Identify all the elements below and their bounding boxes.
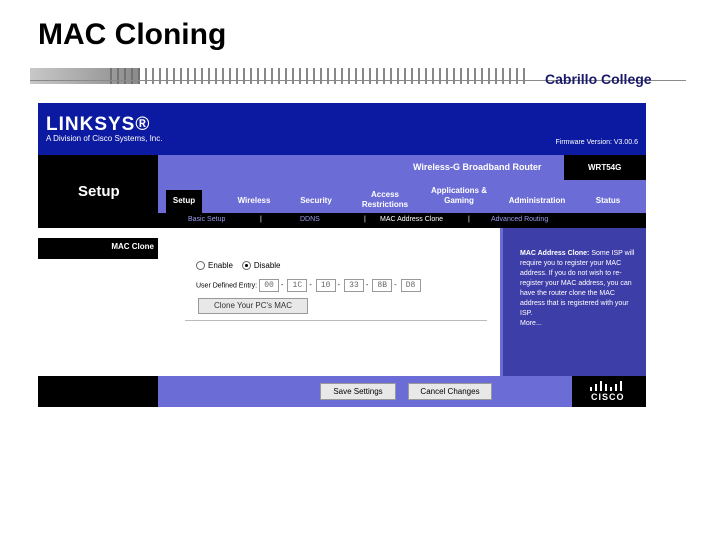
content-divider <box>185 320 487 321</box>
logo-subtitle: A Division of Cisco Systems, Inc. <box>46 134 163 143</box>
college-label: Cabrillo College <box>545 71 652 87</box>
model-box: WRT54G <box>564 155 646 180</box>
help-panel: MAC Address Clone: Some ISP will require… <box>503 228 646 376</box>
subtab-separator: | <box>468 216 470 223</box>
tab-security[interactable]: Security <box>288 196 344 206</box>
section-label: MAC Clone <box>38 238 158 259</box>
disable-label: Disable <box>253 261 281 270</box>
cisco-bars-icon <box>590 381 626 391</box>
save-settings-button[interactable]: Save Settings <box>320 383 396 400</box>
product-name: Wireless-G Broadband Router <box>413 162 542 172</box>
cancel-changes-button[interactable]: Cancel Changes <box>408 383 492 400</box>
mac-octet-field[interactable]: 00 <box>259 279 280 292</box>
mac-octet-field[interactable]: 10 <box>315 279 336 292</box>
model-number: WRT54G <box>588 163 622 172</box>
subtab-separator: | <box>260 216 262 223</box>
enable-radio[interactable] <box>196 261 205 271</box>
mac-entry-row: User Defined Entry: 00- 1C - 10- 33- 8B - … <box>196 279 421 292</box>
tab-access-restrictions[interactable]: Access Restrictions <box>354 190 416 210</box>
help-more-link[interactable]: More... <box>520 319 640 329</box>
subtab-mac-address-clone[interactable]: MAC Address Clone <box>380 216 443 223</box>
help-text: Some ISP will require you to register yo… <box>520 250 635 317</box>
mac-octet-field[interactable]: 33 <box>343 279 364 292</box>
tab-wireless[interactable]: Wireless <box>226 196 282 206</box>
tab-applications-gaming[interactable]: Applications & Gaming <box>428 186 490 206</box>
slide-title: MAC Cloning <box>38 18 227 51</box>
page-title: Setup <box>78 183 120 200</box>
router-screenshot: LINKSYS® A Division of Cisco Systems, In… <box>38 103 646 407</box>
cisco-logo: CISCO <box>572 376 646 407</box>
help-title: MAC Address Clone: <box>520 250 590 257</box>
product-band: Wireless-G Broadband Router WRT54G <box>158 155 646 180</box>
mac-octet-field[interactable]: D8 <box>400 279 421 292</box>
subtab-ddns[interactable]: DDNS <box>300 216 320 223</box>
cisco-wordmark: CISCO <box>591 392 625 402</box>
subtab-advanced-routing[interactable]: Advanced Routing <box>491 216 548 223</box>
header-stripes <box>110 68 530 84</box>
enable-label: Enable <box>208 261 233 270</box>
linksys-logo: LINKSYS® <box>46 114 151 135</box>
tab-status[interactable]: Status <box>586 196 630 206</box>
firmware-version: Firmware Version: V3.00.6 <box>555 139 638 146</box>
mac-clone-toggle: Enable Disable <box>196 261 281 271</box>
subtab-basic-setup[interactable]: Basic Setup <box>188 216 225 223</box>
subtab-separator: | <box>364 216 366 223</box>
main-nav: Setup Wireless Security Access Restricti… <box>158 180 646 219</box>
brand-bar: LINKSYS® A Division of Cisco Systems, In… <box>38 103 646 155</box>
sub-nav: Basic Setup | DDNS | MAC Address Clone |… <box>158 213 646 228</box>
mac-octet-field[interactable]: 8B <box>372 279 393 292</box>
mac-octet-field[interactable]: 1C <box>287 279 308 292</box>
tab-administration[interactable]: Administration <box>502 196 572 206</box>
disable-radio[interactable] <box>241 261 251 271</box>
clone-mac-button[interactable]: Clone Your PC's MAC <box>198 298 308 314</box>
entry-label: User Defined Entry: <box>196 282 258 290</box>
